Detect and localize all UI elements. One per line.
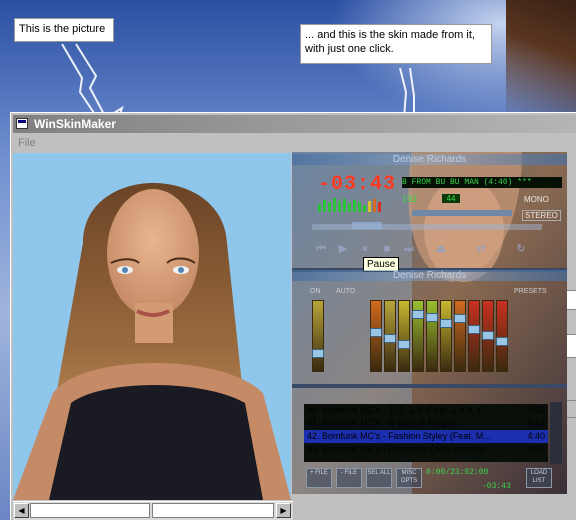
stereo-indicator: STEREO bbox=[522, 210, 561, 221]
eq-band-slider[interactable] bbox=[496, 300, 508, 372]
eq-band-slider[interactable] bbox=[412, 300, 424, 372]
eq-slider-knob[interactable] bbox=[468, 325, 480, 334]
playlist-elapsed: -03:43 bbox=[482, 482, 511, 491]
eq-band-slider[interactable] bbox=[384, 300, 396, 372]
scroll-right-icon[interactable]: ▶ bbox=[276, 503, 291, 518]
playlist-row[interactable]: 41. Bomfunk MC's - B-Boys & Flygirls 3:14 bbox=[304, 417, 548, 430]
track-title: 43. Bomfunk MC's - Freestyler (dirty rot… bbox=[307, 444, 491, 454]
track-time: 4:05 bbox=[527, 405, 545, 415]
eq-on-button[interactable]: ON bbox=[310, 288, 321, 295]
song-marquee[interactable]: B FROM BU BU MAN (4:40) *** bbox=[402, 177, 562, 188]
scroll-thumb[interactable] bbox=[30, 503, 150, 518]
eq-auto-button[interactable]: AUTO bbox=[336, 288, 355, 295]
eq-band-slider[interactable] bbox=[454, 300, 466, 372]
eq-band-slider[interactable] bbox=[426, 300, 438, 372]
add-file-button[interactable]: + FILE bbox=[306, 468, 332, 488]
equalizer-titlebar[interactable]: Denise Richards bbox=[292, 270, 567, 281]
eq-slider-knob[interactable] bbox=[454, 314, 466, 323]
right-panel-fragment-3 bbox=[566, 400, 576, 418]
eq-presets-button[interactable]: PRESETS bbox=[514, 288, 547, 295]
horizontal-scrollbar[interactable]: ◀ ▶ bbox=[13, 501, 293, 520]
remove-file-button[interactable]: - FILE bbox=[336, 468, 362, 488]
track-time: 4:40 bbox=[527, 431, 545, 441]
select-all-button[interactable]: SEL ALL bbox=[366, 468, 392, 488]
menu-bar: File bbox=[13, 135, 576, 151]
time-display[interactable]: -03:43 bbox=[318, 173, 396, 196]
source-picture bbox=[13, 153, 291, 500]
eq-slider-knob[interactable] bbox=[426, 313, 438, 322]
shuffle-icon[interactable]: ⇄ bbox=[472, 242, 490, 256]
window-titlebar[interactable]: WinSkinMaker bbox=[13, 115, 576, 133]
eq-slider-knob[interactable] bbox=[412, 310, 424, 319]
eq-slider-knob[interactable] bbox=[482, 331, 494, 340]
eq-slider-knob[interactable] bbox=[398, 340, 410, 349]
eq-slider-knob[interactable] bbox=[312, 349, 324, 358]
eq-slider-knob[interactable] bbox=[370, 328, 382, 337]
player-titlebar[interactable]: Denise Richards bbox=[292, 154, 567, 165]
track-time: 3:14 bbox=[527, 418, 545, 428]
track-time: 3:59 bbox=[527, 444, 545, 454]
eq-slider-knob[interactable] bbox=[496, 337, 508, 346]
stop-icon[interactable]: ■ bbox=[378, 242, 396, 256]
eq-band-slider[interactable] bbox=[482, 300, 494, 372]
kbps-display: 192 bbox=[402, 194, 418, 204]
player-title: Denise Richards bbox=[392, 154, 467, 165]
track-title: 40. Bomfunk MC's - 1, 2, 3, 4 (Feat. J.A… bbox=[307, 405, 489, 415]
playlist-row[interactable]: 43. Bomfunk MC's - Freestyler (dirty rot… bbox=[304, 443, 548, 456]
right-panel-fragment-2 bbox=[566, 334, 576, 358]
eq-band-slider[interactable] bbox=[398, 300, 410, 372]
repeat-icon[interactable]: ↻ bbox=[512, 242, 530, 256]
next-icon[interactable]: ⏭ bbox=[400, 242, 418, 256]
playlist-row-selected[interactable]: 42. Bomfunk MC's - Fashion Styley (Feat.… bbox=[304, 430, 548, 443]
eq-preamp-slider[interactable] bbox=[312, 300, 324, 372]
spectrum-visualizer[interactable] bbox=[316, 196, 390, 212]
eq-slider-knob[interactable] bbox=[440, 319, 452, 328]
menu-file[interactable]: File bbox=[18, 137, 36, 149]
right-panel-fragment bbox=[566, 290, 576, 310]
track-title: 41. Bomfunk MC's - B-Boys & Flygirls bbox=[307, 418, 457, 428]
playlist[interactable]: 40. Bomfunk MC's - 1, 2, 3, 4 (Feat. J.A… bbox=[304, 404, 548, 462]
equalizer-title: Denise Richards bbox=[392, 270, 467, 281]
portrait-image bbox=[13, 153, 291, 500]
previous-icon[interactable]: ⏮ bbox=[312, 242, 330, 256]
mono-indicator: MONO bbox=[524, 195, 549, 204]
playlist-row[interactable]: 40. Bomfunk MC's - 1, 2, 3, 4 (Feat. J.A… bbox=[304, 404, 548, 417]
scroll-left-icon[interactable]: ◀ bbox=[14, 503, 29, 518]
window-title: WinSkinMaker bbox=[34, 117, 116, 131]
playlist-scrollbar[interactable] bbox=[550, 402, 562, 464]
track-title: 42. Bomfunk MC's - Fashion Styley (Feat.… bbox=[307, 431, 491, 441]
window-icon[interactable] bbox=[16, 118, 28, 129]
eq-band-slider[interactable] bbox=[468, 300, 480, 372]
playlist-total-time: 0:00/23:02:00 bbox=[426, 468, 489, 477]
load-list-button[interactable]: LOAD LIST bbox=[526, 468, 552, 488]
seek-bar[interactable] bbox=[312, 224, 542, 230]
khz-display: 44 bbox=[442, 194, 460, 203]
play-icon[interactable]: ▶ bbox=[334, 242, 352, 256]
eq-band-slider[interactable] bbox=[370, 300, 382, 372]
eq-slider-knob[interactable] bbox=[384, 334, 396, 343]
misc-opts-button[interactable]: MISC OPTS bbox=[396, 468, 422, 488]
pause-icon[interactable]: ⏸ bbox=[356, 242, 374, 256]
eq-band-slider[interactable] bbox=[440, 300, 452, 372]
eject-icon[interactable]: ⏏ bbox=[432, 242, 450, 256]
balance-slider[interactable] bbox=[412, 210, 512, 216]
winamp-skin-preview: Denise Richards -03:43 B FROM BU BU MAN … bbox=[292, 152, 567, 494]
scroll-thumb-2[interactable] bbox=[152, 503, 274, 518]
